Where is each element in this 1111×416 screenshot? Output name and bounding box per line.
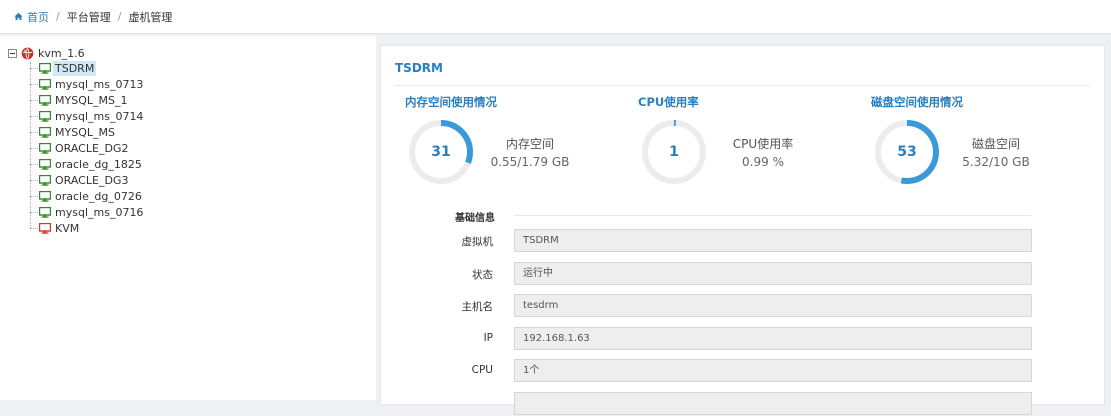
tree-item-vm[interactable]: oracle_dg_0726	[30, 188, 144, 204]
form-row: IP 192.168.1.63	[381, 326, 1106, 351]
field-label: 状态	[472, 268, 493, 281]
metric-label: CPU使用率	[732, 137, 794, 151]
section-divider	[514, 215, 1031, 216]
metric-title: 磁盘空间使用情况	[871, 95, 963, 109]
home-icon[interactable]	[14, 12, 23, 21]
metric-title: CPU使用率	[638, 95, 699, 109]
tree-connector	[30, 195, 38, 197]
monitor-icon	[39, 158, 51, 170]
field-label: 主机名	[461, 301, 494, 313]
tree-item-label: MYSQL_MS_1	[55, 93, 128, 107]
tree-connector	[30, 99, 38, 101]
breadcrumb: 首页 / 平台管理 / 虚机管理	[0, 0, 1111, 34]
monitor-icon	[39, 126, 51, 138]
gauge-percent: 31	[431, 144, 451, 160]
metric-label: 磁盘空间	[971, 137, 1020, 151]
metric-value: 0.99 %	[742, 155, 784, 169]
monitor-icon	[39, 110, 51, 122]
monitor-icon	[39, 206, 51, 218]
monitor-icon	[39, 94, 51, 106]
monitor-icon	[39, 78, 51, 90]
tree-connector	[30, 211, 38, 213]
field-value-readonly[interactable]	[514, 391, 1032, 415]
form-row	[381, 391, 1106, 416]
tree-item-label: oracle_dg_1825	[55, 157, 142, 171]
monitor-icon	[39, 174, 51, 186]
monitor-icon	[39, 190, 51, 202]
field-label: 虚拟机	[461, 236, 494, 248]
form-row: 主机名 tesdrm	[381, 294, 1106, 318]
breadcrumb-separator: /	[117, 10, 122, 23]
metric-value: 5.32/10 GB	[962, 155, 1030, 169]
tree-item-label: ORACLE_DG2	[55, 141, 129, 155]
breadcrumb-vm-management: 虚机管理	[128, 10, 173, 24]
tree-item-vm[interactable]: ORACLE_DG3	[30, 172, 130, 188]
monitor-icon	[39, 142, 51, 154]
section-title-basic-info: 基础信息	[455, 213, 495, 224]
vm-tree-panel: kvm_1.6 TSDRM mysql_ms_0713 MYSQL_MS_1mysq…	[0, 36, 376, 400]
metric-label: 内存空间	[505, 137, 554, 151]
field-value-readonly[interactable]: 192.168.1.63	[514, 326, 1032, 350]
tree-item-vm[interactable]: oracle_dg_1825	[30, 156, 144, 172]
tree-root-node[interactable]: kvm_1.6	[8, 45, 85, 61]
tree-item-label: MYSQL_MS	[55, 125, 115, 139]
tree-connector	[30, 83, 38, 85]
tree-item-vm[interactable]: MYSQL_MS_1	[30, 92, 129, 108]
field-label: CPU	[471, 364, 493, 376]
metric-cpu: CPU使用率 1 CPU使用率 0.99 %	[638, 94, 878, 204]
gauge-percent: 1	[669, 144, 679, 160]
kvm-logo-icon	[21, 47, 34, 59]
collapse-toggle-icon[interactable]	[8, 48, 17, 58]
tree-item-label: ORACLE_DG3	[55, 173, 129, 187]
gauge-percent: 53	[897, 144, 917, 160]
tree-item-label: mysql_ms_0713	[55, 77, 144, 91]
field-value-readonly[interactable]: tesdrm	[514, 294, 1032, 317]
tree-item-vm[interactable]: KVM	[30, 220, 81, 236]
tree-root-label: kvm_1.6	[38, 46, 85, 60]
vm-detail-panel: TSDRM 内存空间使用情况 31 内存空间 0.55/1.79 GB CPU使用率 1 C…	[380, 45, 1106, 415]
tree-connector	[30, 179, 38, 181]
tree-item-vm[interactable]: MYSQL_MS	[30, 124, 117, 140]
monitor-icon	[39, 62, 51, 74]
field-value-readonly[interactable]: 1个	[514, 359, 1032, 382]
tree-item-label: oracle_dg_0726	[55, 189, 142, 203]
tree-connector	[30, 67, 38, 69]
tree-item-vm[interactable]: mysql_ms_0716	[30, 204, 145, 220]
tree-item-label: mysql_ms_0714	[55, 109, 144, 123]
tree-item-vm[interactable]: mysql_ms_0713	[30, 76, 145, 92]
tree-item-vm[interactable]: ORACLE_DG2	[30, 140, 130, 156]
tree-connector	[30, 115, 38, 117]
field-value-readonly[interactable]: TSDRM	[514, 229, 1032, 252]
vm-title: TSDRM	[395, 61, 443, 75]
tree-item-label: mysql_ms_0716	[55, 205, 144, 219]
metric-value: 0.55/1.79 GB	[490, 155, 570, 169]
form-row: 虚拟机 TSDRM	[381, 229, 1106, 253]
tree-item-label: TSDRM	[53, 60, 97, 76]
monitor-icon	[39, 222, 51, 234]
metric-disk: 磁盘空间使用情况 53 磁盘空间 5.32/10 GB	[871, 94, 1111, 204]
form-row: CPU 1个	[381, 359, 1106, 383]
field-value-readonly[interactable]: 运行中	[514, 261, 1032, 285]
metric-title: 内存空间使用情况	[405, 95, 497, 109]
tree-connector	[30, 227, 38, 229]
tree-connector	[30, 147, 38, 149]
breadcrumb-home-link[interactable]: 首页	[27, 9, 49, 25]
tree-connector	[30, 163, 38, 165]
metric-memory: 内存空间使用情况 31 内存空间 0.55/1.79 GB	[405, 94, 645, 204]
form-row: 状态 运行中	[381, 261, 1106, 286]
breadcrumb-separator: /	[56, 10, 60, 23]
tree-item-vm[interactable]: mysql_ms_0714	[30, 108, 145, 124]
tree-item-label: KVM	[55, 221, 80, 235]
tree-item-vm[interactable]: TSDRM	[30, 60, 97, 76]
field-label: IP	[483, 331, 493, 344]
tree-connector	[30, 131, 38, 133]
breadcrumb-platform-management: 平台管理	[66, 10, 111, 24]
title-divider	[395, 85, 1090, 86]
